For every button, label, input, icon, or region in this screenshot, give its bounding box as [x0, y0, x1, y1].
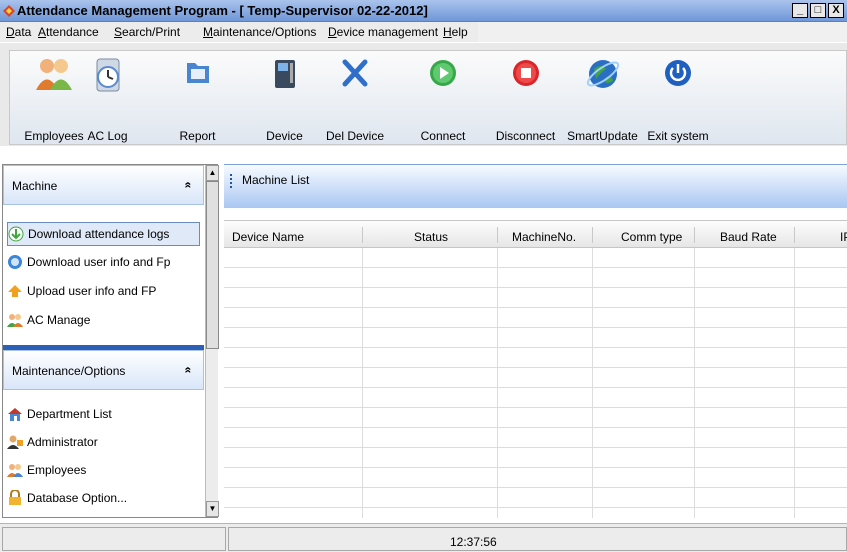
- disconnect-button[interactable]: Disconnect: [488, 51, 563, 145]
- employees-button[interactable]: Employees: [24, 51, 84, 145]
- clock-icon: [96, 58, 119, 92]
- sidebar-item-administrator[interactable]: Administrator: [7, 431, 200, 455]
- collapse-chevron-icon[interactable]: «: [181, 367, 195, 374]
- column-header-device-name[interactable]: Device Name: [232, 230, 304, 244]
- menu-bar: Data Attendance Search/Print Maintenance…: [0, 22, 847, 42]
- menu-search-print[interactable]: Search/Print: [114, 25, 180, 39]
- play-icon: [430, 60, 456, 86]
- sidebar: Machine « Download attendance logs Downl…: [2, 164, 219, 518]
- panel-title: Machine List: [242, 173, 310, 187]
- exit-system-button[interactable]: Exit system: [643, 51, 713, 145]
- scroll-down-arrow-icon[interactable]: ▼: [206, 501, 219, 517]
- window-title: Attendance Management Program - [ Temp-S…: [17, 3, 428, 18]
- sidebar-item-download-user-info[interactable]: Download user info and Fp: [7, 251, 200, 275]
- status-pane-left: [2, 527, 226, 551]
- sidebar-item-upload-user-info[interactable]: Upload user info and FP: [7, 280, 200, 304]
- green-down-arrow-icon: [8, 226, 24, 242]
- admin-icon: [7, 435, 23, 449]
- stop-icon: [512, 60, 539, 86]
- column-header-machine-no[interactable]: MachineNo.: [512, 230, 576, 244]
- sidebar-item-database-option[interactable]: Database Option...: [7, 487, 200, 511]
- smartupdate-button[interactable]: SmartUpdate: [565, 51, 640, 145]
- delete-x-icon: [342, 59, 368, 87]
- device-button[interactable]: Device: [257, 51, 312, 145]
- machine-list-panel: Machine List Device Name Status MachineN…: [224, 164, 847, 518]
- orange-up-arrow-icon: [8, 285, 22, 297]
- column-header-ip[interactable]: IP: [840, 230, 847, 244]
- machine-section-header[interactable]: Machine «: [3, 165, 204, 205]
- house-icon: [8, 408, 22, 421]
- panel-header: Machine List: [224, 164, 847, 208]
- menu-attendance[interactable]: Attendance: [38, 25, 99, 39]
- title-bar: Attendance Management Program - [ Temp-S…: [0, 0, 847, 22]
- menu-maintenance-options[interactable]: Maintenance/Options: [203, 25, 316, 39]
- sidebar-item-download-attendance-logs[interactable]: Download attendance logs: [7, 222, 200, 246]
- sidebar-item-employees[interactable]: Employees: [7, 459, 200, 483]
- status-time: 12:37:56: [450, 535, 497, 549]
- minimize-button[interactable]: _: [792, 3, 808, 18]
- employees-icon: [7, 464, 23, 477]
- sidebar-item-ac-manage[interactable]: AC Manage: [7, 309, 200, 333]
- app-icon: [3, 5, 15, 17]
- report-button[interactable]: Report: [170, 51, 225, 145]
- machine-grid[interactable]: [224, 248, 847, 518]
- collapse-chevron-icon[interactable]: «: [181, 182, 195, 189]
- sidebar-scrollbar[interactable]: ▲ ▼: [205, 165, 219, 517]
- close-button[interactable]: X: [828, 3, 844, 18]
- del-device-button[interactable]: Del Device: [315, 51, 395, 145]
- menu-help[interactable]: Help: [443, 25, 468, 39]
- report-icon: [186, 63, 209, 83]
- menu-device-management[interactable]: Device management: [328, 25, 438, 39]
- power-icon: [665, 60, 691, 86]
- sidebar-item-department-list[interactable]: Department List: [7, 403, 200, 427]
- scroll-thumb[interactable]: [206, 181, 219, 349]
- ac-log-button[interactable]: AC Log: [80, 51, 135, 145]
- column-header-baud-rate[interactable]: Baud Rate: [720, 230, 777, 244]
- scroll-up-arrow-icon[interactable]: ▲: [206, 165, 219, 181]
- column-header-status[interactable]: Status: [414, 230, 448, 244]
- maintenance-section-title: Maintenance/Options: [12, 364, 126, 378]
- globe-icon: [586, 60, 619, 88]
- grid-header: Device Name Status MachineNo. Comm type …: [224, 220, 847, 248]
- machine-section-title: Machine: [12, 179, 58, 193]
- status-bar: 12:37:56: [0, 523, 847, 552]
- users-icon: [7, 314, 23, 327]
- maintenance-section-header[interactable]: Maintenance/Options «: [3, 350, 204, 390]
- connect-button[interactable]: Connect: [413, 51, 473, 145]
- status-pane-right: 12:37:56: [228, 527, 847, 551]
- grip-icon: [230, 174, 232, 188]
- device-icon: [274, 60, 295, 88]
- maximize-button[interactable]: □: [810, 3, 826, 18]
- toolbar: Employees AC Log Report Device Del Devic…: [0, 42, 847, 146]
- employees-icon: [36, 59, 72, 90]
- menu-data[interactable]: Data: [6, 25, 31, 39]
- lock-icon: [9, 490, 21, 505]
- blue-circle-icon: [8, 255, 22, 269]
- column-header-comm-type[interactable]: Comm type: [621, 230, 682, 244]
